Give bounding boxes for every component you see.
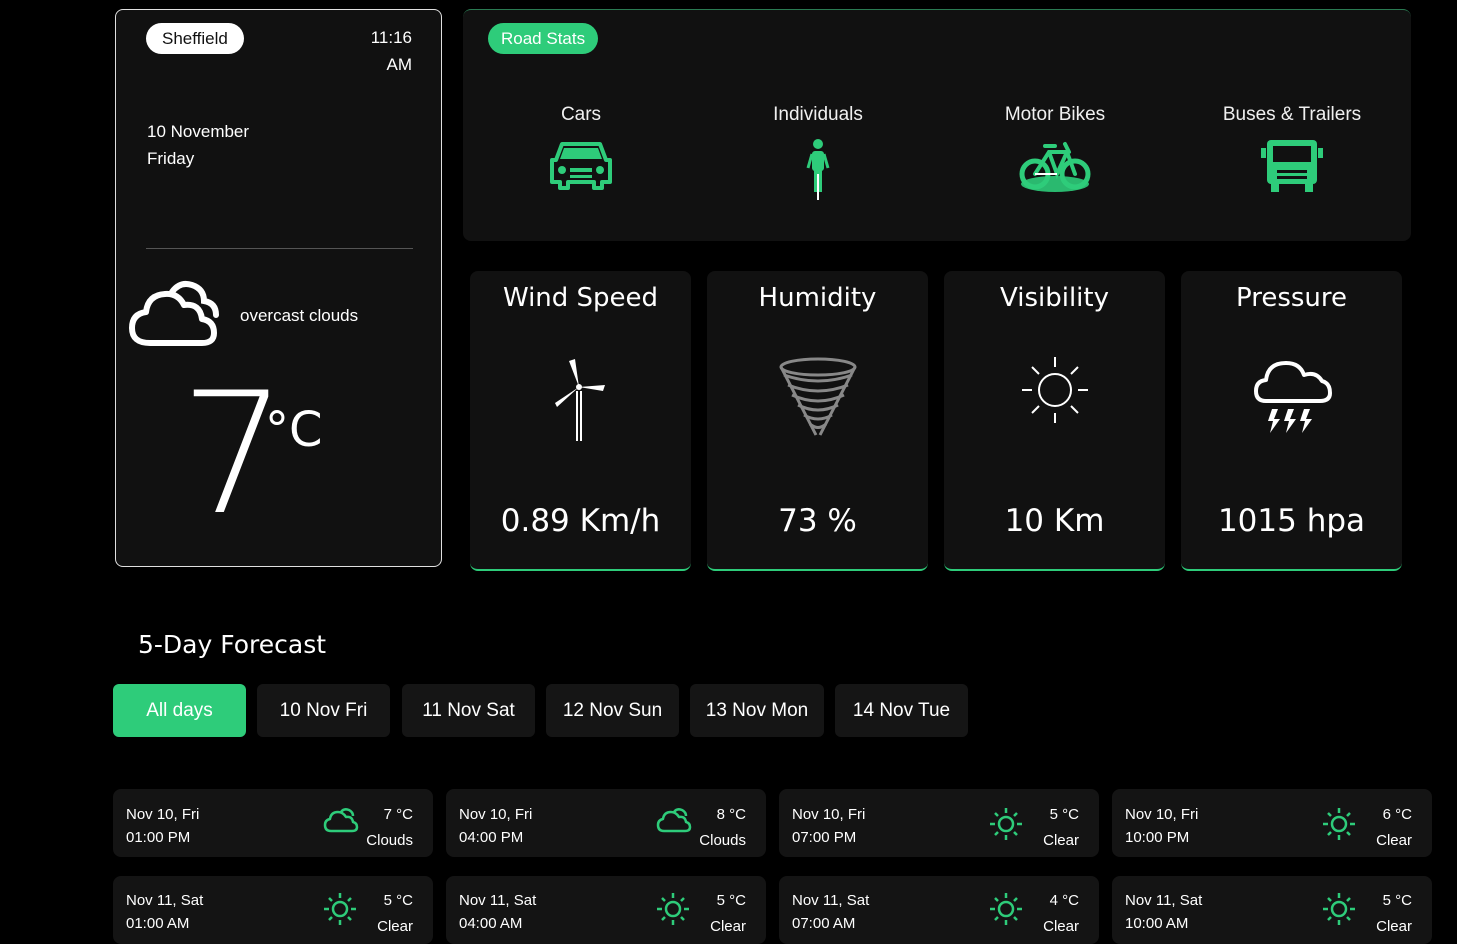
forecast-desc: Clear [377,918,413,935]
forecast-temp: 5 °C [1049,806,1079,823]
forecast-card[interactable]: Nov 11, Sat 04:00 AM 5 °C Clear [446,876,766,944]
current-date: 10 November [147,122,250,141]
forecast-time: 07:00 AM [792,915,856,932]
temperature-unit: °C [265,402,323,458]
road-item-individuals: Individuals [698,104,938,202]
pedestrian-icon [698,138,938,202]
sun-icon [1322,892,1356,931]
stat-value: 0.89 Km/h [500,503,661,539]
forecast-temp: 5 °C [716,892,746,909]
tab-10-nov-fri[interactable]: 10 Nov Fri [257,684,390,737]
forecast-card[interactable]: Nov 10, Fri 07:00 PM 5 °C Clear [779,789,1099,857]
bicycle-icon [935,138,1175,194]
forecast-time: 10:00 PM [1125,829,1190,846]
sun-icon [323,892,357,931]
weather-description: overcast clouds [240,306,359,325]
road-item-label: Buses & Trailers [1222,104,1362,125]
forecast-temp: 5 °C [383,892,413,909]
sun-icon [989,892,1023,931]
stat-title: Wind Speed [502,283,659,313]
road-stats-badge: Road Stats [488,23,599,54]
stat-card-pressure: Pressure 1015 hpa [1181,271,1402,571]
current-time: 11:16 AM [332,24,412,78]
forecast-date: Nov 10, Fri [126,806,200,823]
forecast-time: 10:00 AM [1125,915,1189,932]
forecast-desc: Clouds [366,832,413,849]
forecast-desc: Clear [710,918,746,935]
storm-cloud-icon [1181,355,1402,435]
tab-all-days[interactable]: All days [113,684,246,737]
road-item-label: Cars [560,104,602,125]
forecast-date: Nov 11, Sat [1125,892,1203,909]
forecast-desc: Clouds [699,832,746,849]
forecast-date: Nov 10, Fri [792,806,866,823]
sun-icon [1322,807,1356,846]
bus-icon [1172,138,1412,194]
forecast-time: 04:00 AM [459,915,523,932]
current-weekday: Friday [147,149,195,168]
forecast-desc: Clear [1376,918,1412,935]
stat-card-visibility: Visibility 10 Km [944,271,1165,571]
divider [146,248,413,249]
forecast-desc: Clear [1043,918,1079,935]
time-value: 11:16 [370,28,412,47]
stat-card-humidity: Humidity 73 % [707,271,928,571]
forecast-time: 07:00 PM [792,829,857,846]
stat-card-wind-speed: Wind Speed 0.89 Km/h [470,271,691,571]
stat-value: 73 % [778,503,857,539]
forecast-desc: Clear [1043,832,1079,849]
road-item-motor-bikes: Motor Bikes [935,104,1175,194]
road-stats-card: Road Stats Cars Individuals Motor Bikes … [463,9,1411,241]
road-item-buses-trailers: Buses & Trailers [1172,104,1412,194]
cloud-icon [323,807,359,840]
city-badge[interactable]: Sheffield [146,23,244,54]
stat-title: Visibility [1000,283,1109,313]
forecast-card[interactable]: Nov 10, Fri 10:00 PM 6 °C Clear [1112,789,1432,857]
sun-icon [944,355,1165,425]
stat-title: Pressure [1235,283,1348,313]
tab-13-nov-mon[interactable]: 13 Nov Mon [690,684,824,737]
road-item-label: Individuals [773,104,863,125]
sun-icon [656,892,690,931]
tornado-icon [707,355,928,439]
forecast-title: 5-Day Forecast [138,630,327,659]
forecast-card[interactable]: Nov 11, Sat 01:00 AM 5 °C Clear [113,876,433,944]
forecast-temp: 8 °C [716,806,746,823]
forecast-date: Nov 11, Sat [126,892,204,909]
tab-14-nov-tue[interactable]: 14 Nov Tue [835,684,968,737]
wind-turbine-icon [470,355,691,445]
cloud-icon [656,807,692,840]
tab-11-nov-sat[interactable]: 11 Nov Sat [402,684,535,737]
forecast-temp: 7 °C [383,806,413,823]
forecast-temp: 5 °C [1382,892,1412,909]
tab-12-nov-sun[interactable]: 12 Nov Sun [546,684,679,737]
stat-value: 1015 hpa [1217,503,1366,539]
car-icon [461,138,701,192]
forecast-desc: Clear [1376,832,1412,849]
forecast-card[interactable]: Nov 10, Fri 01:00 PM 7 °C Clouds [113,789,433,857]
forecast-temp: 4 °C [1049,892,1079,909]
forecast-date: Nov 10, Fri [1125,806,1199,823]
current-weather-card: Sheffield 11:16 AM 10 November Friday ov… [115,9,442,567]
time-period: AM [386,55,413,74]
forecast-card[interactable]: Nov 10, Fri 04:00 PM 8 °C Clouds [446,789,766,857]
forecast-date: Nov 10, Fri [459,806,533,823]
road-item-cars: Cars [461,104,701,192]
forecast-date: Nov 11, Sat [792,892,870,909]
forecast-time: 01:00 AM [126,915,190,932]
forecast-temp: 6 °C [1382,806,1412,823]
sun-icon [989,807,1023,846]
forecast-time: 01:00 PM [126,829,191,846]
stat-value: 10 Km [1004,503,1105,539]
forecast-date: Nov 11, Sat [459,892,537,909]
forecast-time: 04:00 PM [459,829,524,846]
road-item-label: Motor Bikes [1004,104,1106,125]
forecast-card[interactable]: Nov 11, Sat 07:00 AM 4 °C Clear [779,876,1099,944]
stat-title: Humidity [758,283,877,313]
forecast-card[interactable]: Nov 11, Sat 10:00 AM 5 °C Clear [1112,876,1432,944]
cloud-icon [128,279,220,356]
